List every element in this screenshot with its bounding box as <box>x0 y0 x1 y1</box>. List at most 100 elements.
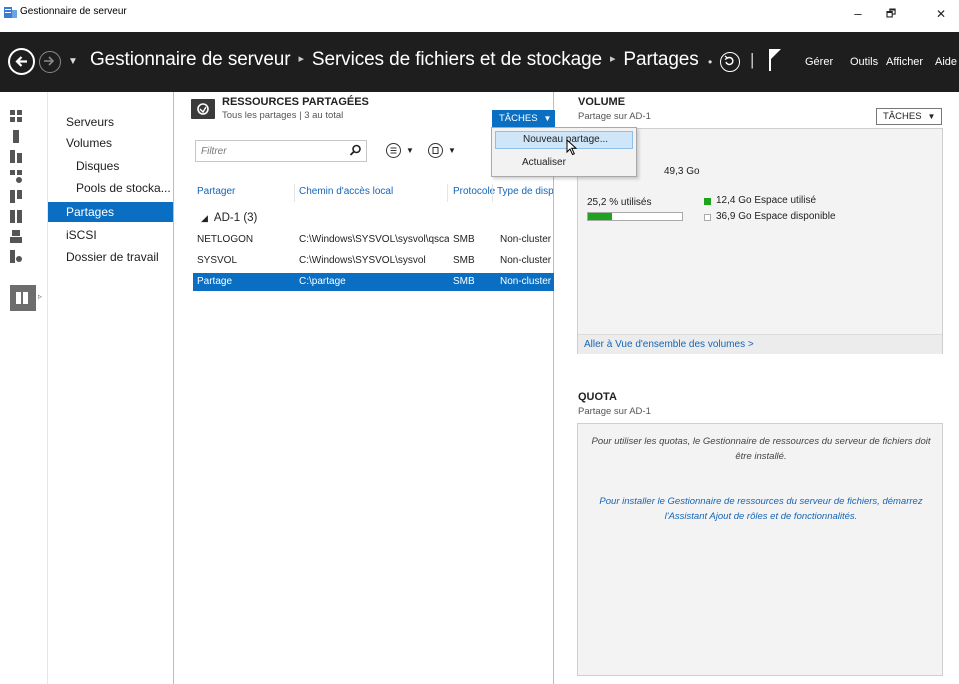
arrow-left-icon <box>15 56 27 67</box>
left-rail: ▸ ▹ <box>0 92 48 684</box>
chevron-down-icon: ▼ <box>543 114 552 123</box>
header-divider: | <box>750 50 755 69</box>
used-space-label: 12,4 Go Espace utilisé <box>716 195 817 206</box>
table-row-selected[interactable]: Partage C:\partage SMB Non-cluster <box>193 273 554 291</box>
dns-icon[interactable] <box>10 190 23 203</box>
server-manager-icon <box>4 7 17 18</box>
breadcrumb-separator-icon: ▸ <box>610 53 616 65</box>
shares-pane: RESSOURCES PARTAGÉES Tous les partages |… <box>175 92 559 684</box>
cell-path: C:\Windows\SYSVOL\sysvol\qscar... <box>299 234 449 245</box>
dashboard-icon[interactable] <box>10 110 23 123</box>
wsus-icon[interactable] <box>10 250 23 263</box>
volume-subtitle: Partage sur AD-1 <box>578 111 651 122</box>
cell-type: Non-cluster <box>500 276 552 287</box>
breadcrumb-file-services[interactable]: Services de fichiers et de stockage <box>312 49 602 70</box>
column-header-local-path[interactable]: Chemin d'accès local <box>299 186 393 197</box>
file-storage-icon <box>16 292 28 304</box>
forward-button[interactable] <box>39 51 61 73</box>
filter-box <box>195 140 367 162</box>
install-fsrm-link[interactable]: Pour installer le Gestionnaire de ressou… <box>586 494 936 524</box>
used-space-swatch <box>704 198 711 205</box>
group-header[interactable]: ◢ AD-1 (3) <box>201 212 257 224</box>
breadcrumb: Gestionnaire de serveur ▸ Services de fich… <box>90 49 699 71</box>
nav-item-storage-pools[interactable]: Pools de stocka... <box>48 178 173 198</box>
cell-protocol: SMB <box>453 255 475 266</box>
column-header-availability-type[interactable]: Type de dispo <box>497 186 553 197</box>
cell-type: Non-cluster <box>500 255 552 266</box>
volume-capacity: 49,3 Go <box>664 166 700 177</box>
mouse-cursor-icon <box>566 139 578 156</box>
menu-item-refresh[interactable]: Actualiser <box>495 154 633 172</box>
breadcrumb-shares[interactable]: Partages <box>623 49 698 70</box>
arrow-right-icon <box>44 56 55 66</box>
back-button[interactable] <box>8 48 35 75</box>
nav-item-work-folders[interactable]: Dossier de travail <box>48 247 173 267</box>
navigation-pane: Serveurs Volumes Disques Pools de stocka… <box>48 92 174 684</box>
menu-manage[interactable]: Gérer <box>805 56 833 68</box>
save-query-button[interactable]: ▼ <box>428 143 456 159</box>
collapse-triangle-icon[interactable]: ◢ <box>201 213 208 223</box>
chevron-down-icon: ▼ <box>448 146 456 155</box>
save-query-icon <box>428 143 443 158</box>
shares-section-icon <box>191 99 215 119</box>
close-button[interactable]: ✕ <box>926 2 956 26</box>
menu-help[interactable]: Aide <box>935 56 957 68</box>
breadcrumb-separator-icon: ▸ <box>298 53 304 65</box>
free-space-swatch <box>704 214 711 221</box>
cell-share: NETLOGON <box>197 234 254 245</box>
rail-expand-right-icon[interactable]: ▹ <box>38 292 42 301</box>
cell-protocol: SMB <box>453 276 475 287</box>
tasks-dropdown-menu: Nouveau partage... Actualiser <box>491 127 637 177</box>
usage-bar <box>587 212 683 221</box>
local-server-icon[interactable] <box>10 130 23 143</box>
filter-input[interactable] <box>196 141 341 161</box>
column-header-protocol[interactable]: Protocole <box>453 186 495 197</box>
server-manager-window: Gestionnaire de serveur – 🗗 ✕ ▼ Gestionn… <box>0 0 959 684</box>
free-space-label: 36,9 Go Espace disponible <box>716 211 836 222</box>
nav-item-disks[interactable]: Disques <box>48 156 173 176</box>
menu-view[interactable]: Afficher <box>886 56 923 68</box>
volumes-overview-link[interactable]: Aller à Vue d'ensemble des volumes > <box>584 339 754 350</box>
search-icon[interactable] <box>349 144 362 157</box>
cell-type: Non-cluster <box>500 234 552 245</box>
title-bar: Gestionnaire de serveur – 🗗 ✕ <box>0 0 959 32</box>
menu-item-new-share[interactable]: Nouveau partage... <box>495 131 633 149</box>
breadcrumb-server-manager[interactable]: Gestionnaire de serveur <box>90 49 291 70</box>
nav-item-iscsi[interactable]: iSCSI <box>48 225 173 245</box>
cell-protocol: SMB <box>453 234 475 245</box>
history-dropdown-icon[interactable]: ▼ <box>68 56 78 67</box>
details-pane: VOLUME Partage sur AD-1 TÂCHES ▼ 49,3 Go … <box>555 92 959 684</box>
column-header-share[interactable]: Partager <box>197 186 235 197</box>
nav-item-volumes[interactable]: Volumes <box>48 133 173 153</box>
view-options-button[interactable]: ▼ <box>386 143 414 159</box>
refresh-dot-icon: • <box>708 55 713 69</box>
quota-message: Pour utiliser les quotas, le Gestionnair… <box>591 436 931 462</box>
minimize-button[interactable]: – <box>843 2 873 26</box>
rail-expand-left-icon[interactable]: ▸ <box>2 292 6 301</box>
window-title: Gestionnaire de serveur <box>20 6 127 17</box>
maximize-button[interactable]: 🗗 <box>876 2 906 26</box>
cell-share: Partage <box>197 276 233 287</box>
refresh-icon[interactable] <box>720 52 740 72</box>
notification-flag-icon[interactable] <box>768 48 782 72</box>
all-servers-icon[interactable] <box>10 150 23 163</box>
file-services-icon[interactable] <box>10 210 23 223</box>
quota-panel: Pour utiliser les quotas, le Gestionnair… <box>577 423 943 676</box>
nav-item-shares[interactable]: Partages <box>48 202 173 222</box>
menu-tools[interactable]: Outils <box>850 56 878 68</box>
rail-file-storage-active[interactable] <box>10 285 36 311</box>
volume-tasks-button[interactable]: TÂCHES ▼ <box>876 108 943 125</box>
used-percentage: 25,2 % utilisés <box>587 197 652 208</box>
nav-item-servers[interactable]: Serveurs <box>48 112 173 132</box>
iis-icon[interactable] <box>10 230 23 243</box>
column-divider <box>447 184 448 202</box>
cell-share: SYSVOL <box>197 255 238 266</box>
shares-tasks-button[interactable]: TÂCHES ▼ <box>492 110 559 127</box>
volume-tasks-label: TÂCHES <box>883 111 922 122</box>
table-row[interactable]: NETLOGON C:\Windows\SYSVOL\sysvol\qscar.… <box>193 231 554 249</box>
list-options-icon <box>386 143 401 158</box>
column-divider <box>294 184 295 202</box>
table-row[interactable]: SYSVOL C:\Windows\SYSVOL\sysvol SMB Non-… <box>193 252 554 270</box>
ad-ds-icon[interactable] <box>10 170 23 183</box>
shares-tasks-label: TÂCHES <box>499 113 538 124</box>
